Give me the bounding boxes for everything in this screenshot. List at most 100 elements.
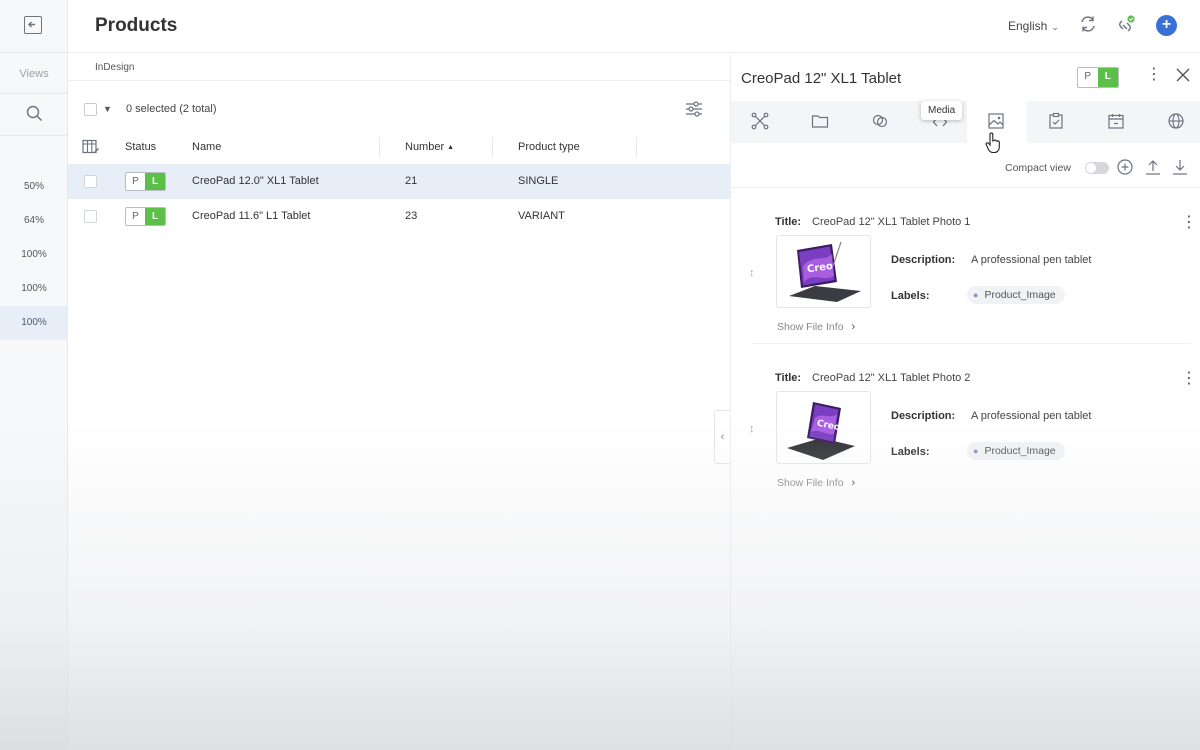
tab-checklist-icon[interactable] <box>1027 101 1087 143</box>
table-header: Status Name Number ▲ Product type <box>68 132 730 162</box>
status-p: P <box>132 176 139 187</box>
media-toolbar: Compact view <box>731 154 1200 188</box>
description-label: Description: <box>891 254 956 266</box>
table-row[interactable]: P L CreoPad 11.6" L1 Tablet 23 VARIANT <box>68 199 730 234</box>
column-header-status[interactable]: Status <box>125 141 156 153</box>
tab-links-icon[interactable] <box>851 101 911 143</box>
media-description: A professional pen tablet <box>971 410 1092 422</box>
media-item: ↕ Title: CreoPad 12" XL1 Tablet Photo 2 … <box>749 351 1197 501</box>
column-divider <box>636 137 637 157</box>
more-options-icon[interactable]: ⋮ <box>1146 67 1162 83</box>
media-title-label: Title: <box>775 216 802 228</box>
column-header-number-label: Number <box>405 141 445 153</box>
sort-ascending-icon: ▲ <box>447 144 455 151</box>
status-l: L <box>145 173 165 190</box>
media-thumbnail[interactable]: Creo <box>776 391 871 464</box>
select-options-caret-icon[interactable]: ▼ <box>103 104 112 114</box>
add-media-icon[interactable] <box>1116 158 1134 181</box>
panel-tabs <box>731 101 1200 143</box>
sync-icon[interactable] <box>1078 14 1100 36</box>
show-file-info-text: Show File Info <box>777 321 844 333</box>
row-checkbox[interactable] <box>84 210 97 223</box>
zoom-level-item[interactable]: 64% <box>0 204 68 238</box>
cell-product-type: VARIANT <box>518 210 565 222</box>
cell-name: CreoPad 12.0" XL1 Tablet <box>192 175 319 187</box>
zoom-level-item[interactable]: 100% <box>0 238 68 272</box>
rail-divider <box>0 93 68 94</box>
media-title-label: Title: <box>775 372 802 384</box>
left-rail: Views 50% 64% 100% 100% 100% <box>0 0 68 750</box>
tag-icon: ● <box>973 446 979 456</box>
collapse-panel-chevron-left-icon[interactable]: ‹ <box>714 410 730 464</box>
compact-view-label: Compact view <box>1005 162 1071 174</box>
label-chip[interactable]: ● Product_Image <box>967 286 1065 304</box>
labels-label: Labels: <box>891 446 930 458</box>
tooltip: Media <box>921 101 963 120</box>
language-selector[interactable]: English ⌄ <box>1008 19 1059 33</box>
compact-view-toggle[interactable] <box>1085 162 1109 174</box>
tag-icon: ● <box>973 290 979 300</box>
column-divider <box>379 137 380 157</box>
media-item: ↕ Title: CreoPad 12" XL1 Tablet Photo 1 … <box>749 195 1197 345</box>
media-more-options-icon[interactable]: ⋮ <box>1181 371 1197 387</box>
drag-handle-icon[interactable]: ↕ <box>749 423 755 435</box>
close-icon[interactable] <box>1176 68 1190 87</box>
media-title: CreoPad 12" XL1 Tablet Photo 2 <box>812 372 971 384</box>
label-chip[interactable]: ● Product_Image <box>967 442 1065 460</box>
chevron-right-icon: › <box>851 321 856 333</box>
labels-label: Labels: <box>891 290 930 302</box>
column-settings-icon[interactable] <box>82 139 100 160</box>
description-label: Description: <box>891 410 956 422</box>
tab-folder-icon[interactable] <box>791 101 851 143</box>
language-label: English <box>1008 19 1048 33</box>
upload-icon[interactable] <box>1144 158 1162 181</box>
top-header: Products English ⌄ + <box>68 0 1200 53</box>
breadcrumb-bar: InDesign <box>68 54 730 81</box>
connection-status-icon[interactable] <box>1115 14 1137 36</box>
tab-structure-icon[interactable] <box>731 101 791 143</box>
column-divider <box>492 137 493 157</box>
panel-title: CreoPad 12" XL1 Tablet <box>741 70 902 87</box>
select-all-checkbox[interactable] <box>84 103 97 116</box>
label-chip-text: Product_Image <box>984 445 1056 457</box>
status-badge: P L <box>125 207 166 226</box>
collapse-sidebar-icon[interactable] <box>24 16 42 34</box>
filter-settings-icon[interactable] <box>685 101 703 122</box>
tab-globe-icon[interactable] <box>1147 101 1200 143</box>
chevron-right-icon: › <box>851 477 856 489</box>
label-chip-text: Product_Image <box>984 289 1056 301</box>
zoom-level-item-active[interactable]: 100% <box>0 306 68 340</box>
app-window: Views 50% 64% 100% 100% 100% Products En… <box>0 0 1200 750</box>
media-title: CreoPad 12" XL1 Tablet Photo 1 <box>812 216 971 228</box>
selection-count: 0 selected (2 total) <box>126 103 217 115</box>
zoom-level-item[interactable]: 100% <box>0 272 68 306</box>
page-title: Products <box>95 15 178 36</box>
views-label: Views <box>19 68 49 80</box>
rail-divider <box>0 135 68 136</box>
show-file-info-link[interactable]: Show File Info › <box>777 321 855 333</box>
status-l: L <box>1097 68 1118 87</box>
status-badge: P L <box>125 172 166 191</box>
show-file-info-link[interactable]: Show File Info › <box>777 477 855 489</box>
breadcrumb[interactable]: InDesign <box>95 62 134 73</box>
add-button[interactable]: + <box>1156 15 1177 36</box>
rail-divider <box>0 52 68 53</box>
row-checkbox[interactable] <box>84 175 97 188</box>
search-icon[interactable] <box>26 105 43 127</box>
status-p: P <box>132 211 139 222</box>
tab-calendar-icon[interactable] <box>1087 101 1147 143</box>
media-more-options-icon[interactable]: ⋮ <box>1181 215 1197 231</box>
column-header-number[interactable]: Number ▲ <box>405 141 454 153</box>
download-icon[interactable] <box>1171 158 1189 181</box>
detail-panel: CreoPad 12" XL1 Tablet P L ⋮ Media Compa… <box>730 54 1200 750</box>
product-list: ▼ 0 selected (2 total) Status Name Numbe… <box>68 82 730 750</box>
show-file-info-text: Show File Info <box>777 477 844 489</box>
cell-number: 21 <box>405 175 418 187</box>
media-thumbnail[interactable]: Creo <box>776 235 871 308</box>
drag-handle-icon[interactable]: ↕ <box>749 267 755 279</box>
status-p: P <box>1084 71 1092 82</box>
column-header-name[interactable]: Name <box>192 141 221 153</box>
column-header-product-type[interactable]: Product type <box>518 141 580 153</box>
table-row[interactable]: P L CreoPad 12.0" XL1 Tablet 21 SINGLE <box>68 164 730 199</box>
zoom-level-item[interactable]: 50% <box>0 170 68 204</box>
